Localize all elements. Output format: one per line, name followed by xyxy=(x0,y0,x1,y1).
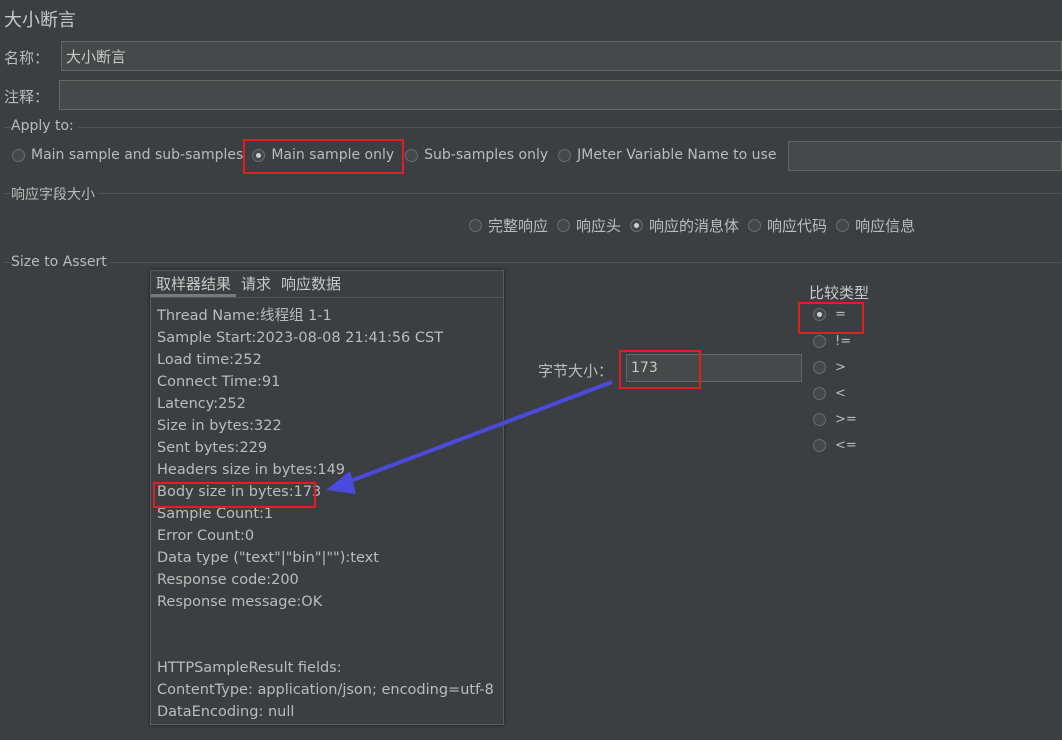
arrow-head-icon xyxy=(326,471,356,494)
arrow-shaft xyxy=(344,380,613,485)
annotation-arrow xyxy=(326,380,613,494)
